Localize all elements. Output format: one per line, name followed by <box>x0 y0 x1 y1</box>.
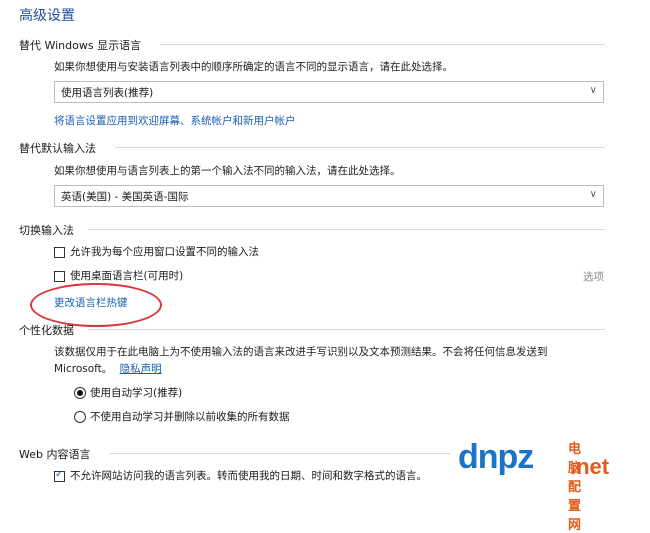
options-link[interactable]: 选项 <box>583 269 604 284</box>
web-content-heading: Web 内容语言 <box>19 448 91 461</box>
divider <box>88 329 605 330</box>
divider <box>160 44 605 45</box>
input-method-select[interactable]: 英语(美国) - 美国英语-国际 ∨ <box>54 185 604 207</box>
no-auto-learning-label: 不使用自动学习并删除以前收集的所有数据 <box>90 411 290 423</box>
privacy-statement-link[interactable]: 隐私声明 <box>120 363 162 375</box>
highlight-circle <box>30 283 162 327</box>
no-auto-learning-radio[interactable] <box>74 411 86 423</box>
divider <box>115 147 605 148</box>
personalization-heading: 个性化数据 <box>19 324 74 337</box>
personalization-description: 该数据仅用于在此电脑上为不使用输入法的语言来改进手写识别以及文本预测结果。不会将… <box>54 346 548 358</box>
language-bar-label: 使用桌面语言栏(可用时) <box>70 270 184 282</box>
language-bar-checkbox[interactable] <box>54 271 65 282</box>
watermark-net: .net <box>570 454 610 479</box>
input-method-heading: 替代默认输入法 <box>19 142 96 155</box>
display-language-description: 如果你想使用与安装语言列表中的顺序所确定的语言不同的显示语言，请在此处选择。 <box>54 61 453 73</box>
per-app-input-checkbox[interactable] <box>54 247 65 258</box>
page-title: 高级设置 <box>19 8 75 24</box>
divider <box>88 229 605 230</box>
apply-settings-link[interactable]: 将语言设置应用到欢迎屏幕、系统帐户和新用户帐户 <box>54 113 296 128</box>
input-method-description: 如果你想使用与语言列表上的第一个输入法不同的输入法，请在此处选择。 <box>54 165 401 177</box>
switch-input-heading: 切换输入法 <box>19 224 74 237</box>
chevron-down-icon: ∨ <box>589 189 597 200</box>
display-language-heading: 替代 Windows 显示语言 <box>19 39 142 52</box>
display-language-select-value: 使用语言列表(推荐) <box>61 87 154 99</box>
per-app-input-label: 允许我为每个应用窗口设置不同的输入法 <box>70 246 259 258</box>
chevron-down-icon: ∨ <box>589 85 597 96</box>
auto-learning-label: 使用自动学习(推荐) <box>90 387 183 399</box>
input-method-select-value: 英语(美国) - 美国英语-国际 <box>61 191 189 203</box>
display-language-select[interactable]: 使用语言列表(推荐) ∨ <box>54 81 604 103</box>
divider <box>110 453 450 454</box>
watermark-logo: dnpz <box>458 438 534 476</box>
personalization-description-end: Microsoft。 <box>54 363 113 375</box>
auto-learning-radio[interactable] <box>74 387 86 399</box>
block-language-list-checkbox[interactable] <box>54 469 65 482</box>
watermark-cn: 电脑配置网 <box>568 442 582 533</box>
block-language-list-label: 不允许网站访问我的语言列表。转而使用我的日期、时间和数字格式的语言。 <box>70 470 427 482</box>
